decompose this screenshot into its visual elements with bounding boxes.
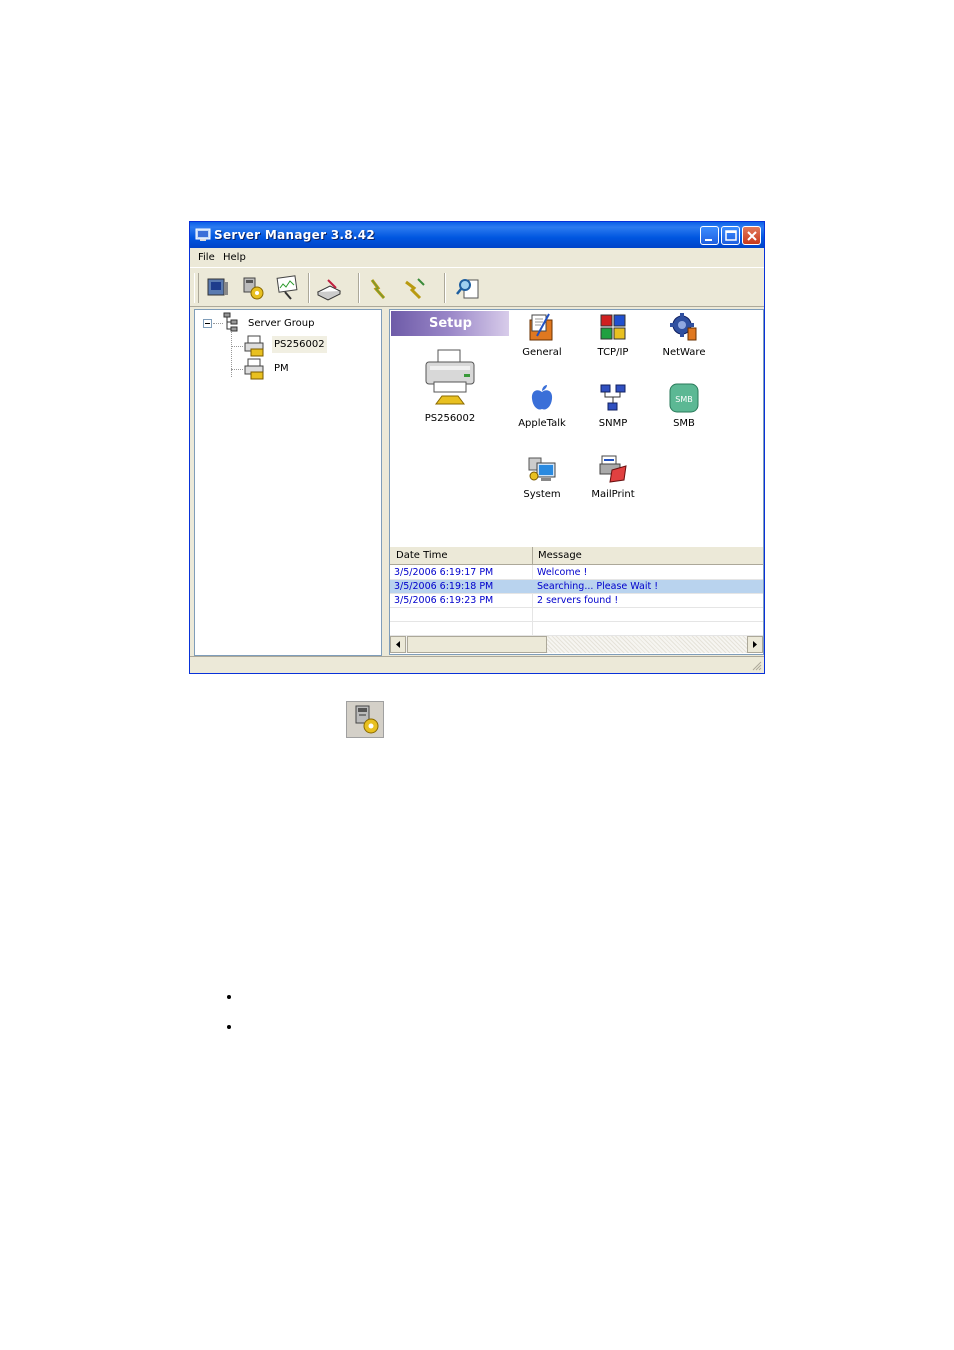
toolbar-grip[interactable] — [194, 273, 199, 303]
server-setup-icon — [243, 277, 264, 300]
feature-label: General — [522, 347, 562, 358]
log-row[interactable]: 3/5/2006 6:19:23 PM 2 servers found ! — [390, 594, 763, 608]
search-server-icon — [276, 275, 298, 300]
column-datetime[interactable]: Date Time — [396, 550, 448, 561]
connect-button[interactable] — [364, 274, 394, 302]
print-test-button[interactable] — [314, 274, 344, 302]
scroll-left-button[interactable] — [390, 636, 406, 653]
log-time: 3/5/2006 6:19:18 PM — [394, 581, 494, 592]
feature-label: TCP/IP — [597, 347, 629, 358]
server-tree[interactable]: Server Group PS256002 PM — [194, 309, 382, 656]
maximize-icon — [725, 230, 737, 241]
feature-tcpip[interactable]: TCP/IP — [578, 312, 648, 374]
log-message: 2 servers found ! — [537, 595, 619, 606]
scroll-thumb[interactable] — [407, 636, 547, 653]
horizontal-scrollbar[interactable] — [390, 636, 763, 653]
scroll-track[interactable] — [547, 636, 747, 653]
smb-badge-text: SMB — [675, 395, 692, 404]
feature-netware[interactable]: NetWare — [649, 312, 719, 374]
toolbar — [190, 267, 764, 307]
collapse-toggle[interactable] — [203, 319, 212, 328]
feature-mailprint[interactable]: MailPrint — [578, 454, 648, 516]
server-setup-icon — [346, 701, 384, 738]
feature-appletalk[interactable]: AppleTalk — [507, 383, 577, 445]
server-view-button[interactable] — [202, 274, 232, 302]
feature-snmp[interactable]: SNMP — [578, 383, 648, 445]
feature-label: SNMP — [598, 418, 628, 429]
general-icon — [529, 313, 553, 341]
log-row[interactable]: 3/5/2006 6:19:17 PM Welcome ! — [390, 566, 763, 580]
app-icon — [195, 228, 211, 241]
smb-icon: SMB — [669, 383, 699, 413]
tcpip-icon — [600, 314, 626, 340]
snmp-icon — [600, 384, 626, 411]
menu-file[interactable]: File — [198, 252, 215, 263]
feature-label: System — [523, 489, 561, 500]
log-time: 3/5/2006 6:19:17 PM — [394, 567, 494, 578]
print-test-icon — [316, 279, 342, 301]
netware-icon — [670, 313, 697, 341]
print-server-icon — [244, 358, 264, 380]
bullet-point — [227, 1025, 231, 1029]
menu-bar: File Help — [190, 248, 764, 267]
minimize-icon — [705, 239, 712, 241]
connect-icon — [370, 279, 386, 299]
tree-item-pm[interactable]: PM — [274, 363, 289, 374]
disconnect-button[interactable] — [400, 274, 430, 302]
message-log: Date Time Message 3/5/2006 6:19:17 PM We… — [389, 547, 764, 655]
tree-root-label[interactable]: Server Group — [248, 318, 314, 329]
feature-system[interactable]: System — [507, 454, 577, 516]
log-message: Searching... Please Wait ! — [537, 581, 659, 592]
search-server-button[interactable] — [273, 274, 303, 302]
log-row-empty — [390, 622, 763, 636]
log-header: Date Time Message — [390, 547, 763, 565]
tree-item-ps256002[interactable]: PS256002 — [272, 336, 327, 353]
log-time: 3/5/2006 6:19:23 PM — [394, 595, 494, 606]
feature-general[interactable]: General — [507, 312, 577, 374]
bullet-point — [227, 995, 231, 999]
disconnect-icon — [405, 278, 425, 300]
column-message[interactable]: Message — [538, 550, 582, 561]
server-view-icon — [207, 278, 228, 296]
printer-icon[interactable] — [422, 348, 478, 406]
close-button[interactable] — [742, 226, 761, 245]
feature-label: AppleTalk — [518, 418, 566, 429]
arrow-left-icon — [396, 641, 400, 648]
log-message: Welcome ! — [537, 567, 588, 578]
title-bar[interactable]: Server Manager 3.8.42 — [190, 222, 764, 248]
toolbar-separator — [358, 273, 360, 303]
system-icon — [528, 457, 556, 481]
mailprint-icon — [599, 455, 627, 483]
toolbar-separator — [308, 273, 310, 303]
server-manager-window: Server Manager 3.8.42 File Help Server G… — [189, 221, 765, 674]
server-setup-button[interactable] — [237, 274, 267, 302]
toolbar-separator — [444, 273, 446, 303]
resize-grip-icon[interactable] — [750, 659, 762, 671]
zoom-button[interactable] — [454, 274, 484, 302]
feature-label: MailPrint — [591, 489, 635, 500]
window-title: Server Manager 3.8.42 — [214, 228, 376, 242]
feature-smb[interactable]: SMB SMB — [649, 383, 719, 445]
setup-panel: Setup PS256002 General TCP/IP NetWare Ap… — [389, 309, 764, 547]
arrow-right-icon — [753, 641, 757, 648]
print-server-icon — [244, 335, 264, 357]
server-group-icon — [223, 312, 238, 332]
feature-label: NetWare — [662, 347, 706, 358]
status-bar — [190, 656, 764, 673]
device-name-label: PS256002 — [424, 413, 476, 424]
menu-help[interactable]: Help — [223, 252, 246, 263]
close-icon — [747, 231, 757, 241]
setup-title: Setup — [429, 316, 472, 331]
feature-label: SMB — [673, 418, 695, 429]
minimize-button[interactable] — [700, 226, 719, 245]
scroll-right-button[interactable] — [747, 636, 763, 653]
zoom-icon — [456, 279, 479, 299]
setup-header: Setup — [391, 311, 509, 336]
log-row[interactable]: 3/5/2006 6:19:18 PM Searching... Please … — [390, 580, 763, 594]
log-row-empty — [390, 608, 763, 622]
apple-icon — [531, 385, 553, 410]
maximize-button[interactable] — [721, 226, 740, 245]
